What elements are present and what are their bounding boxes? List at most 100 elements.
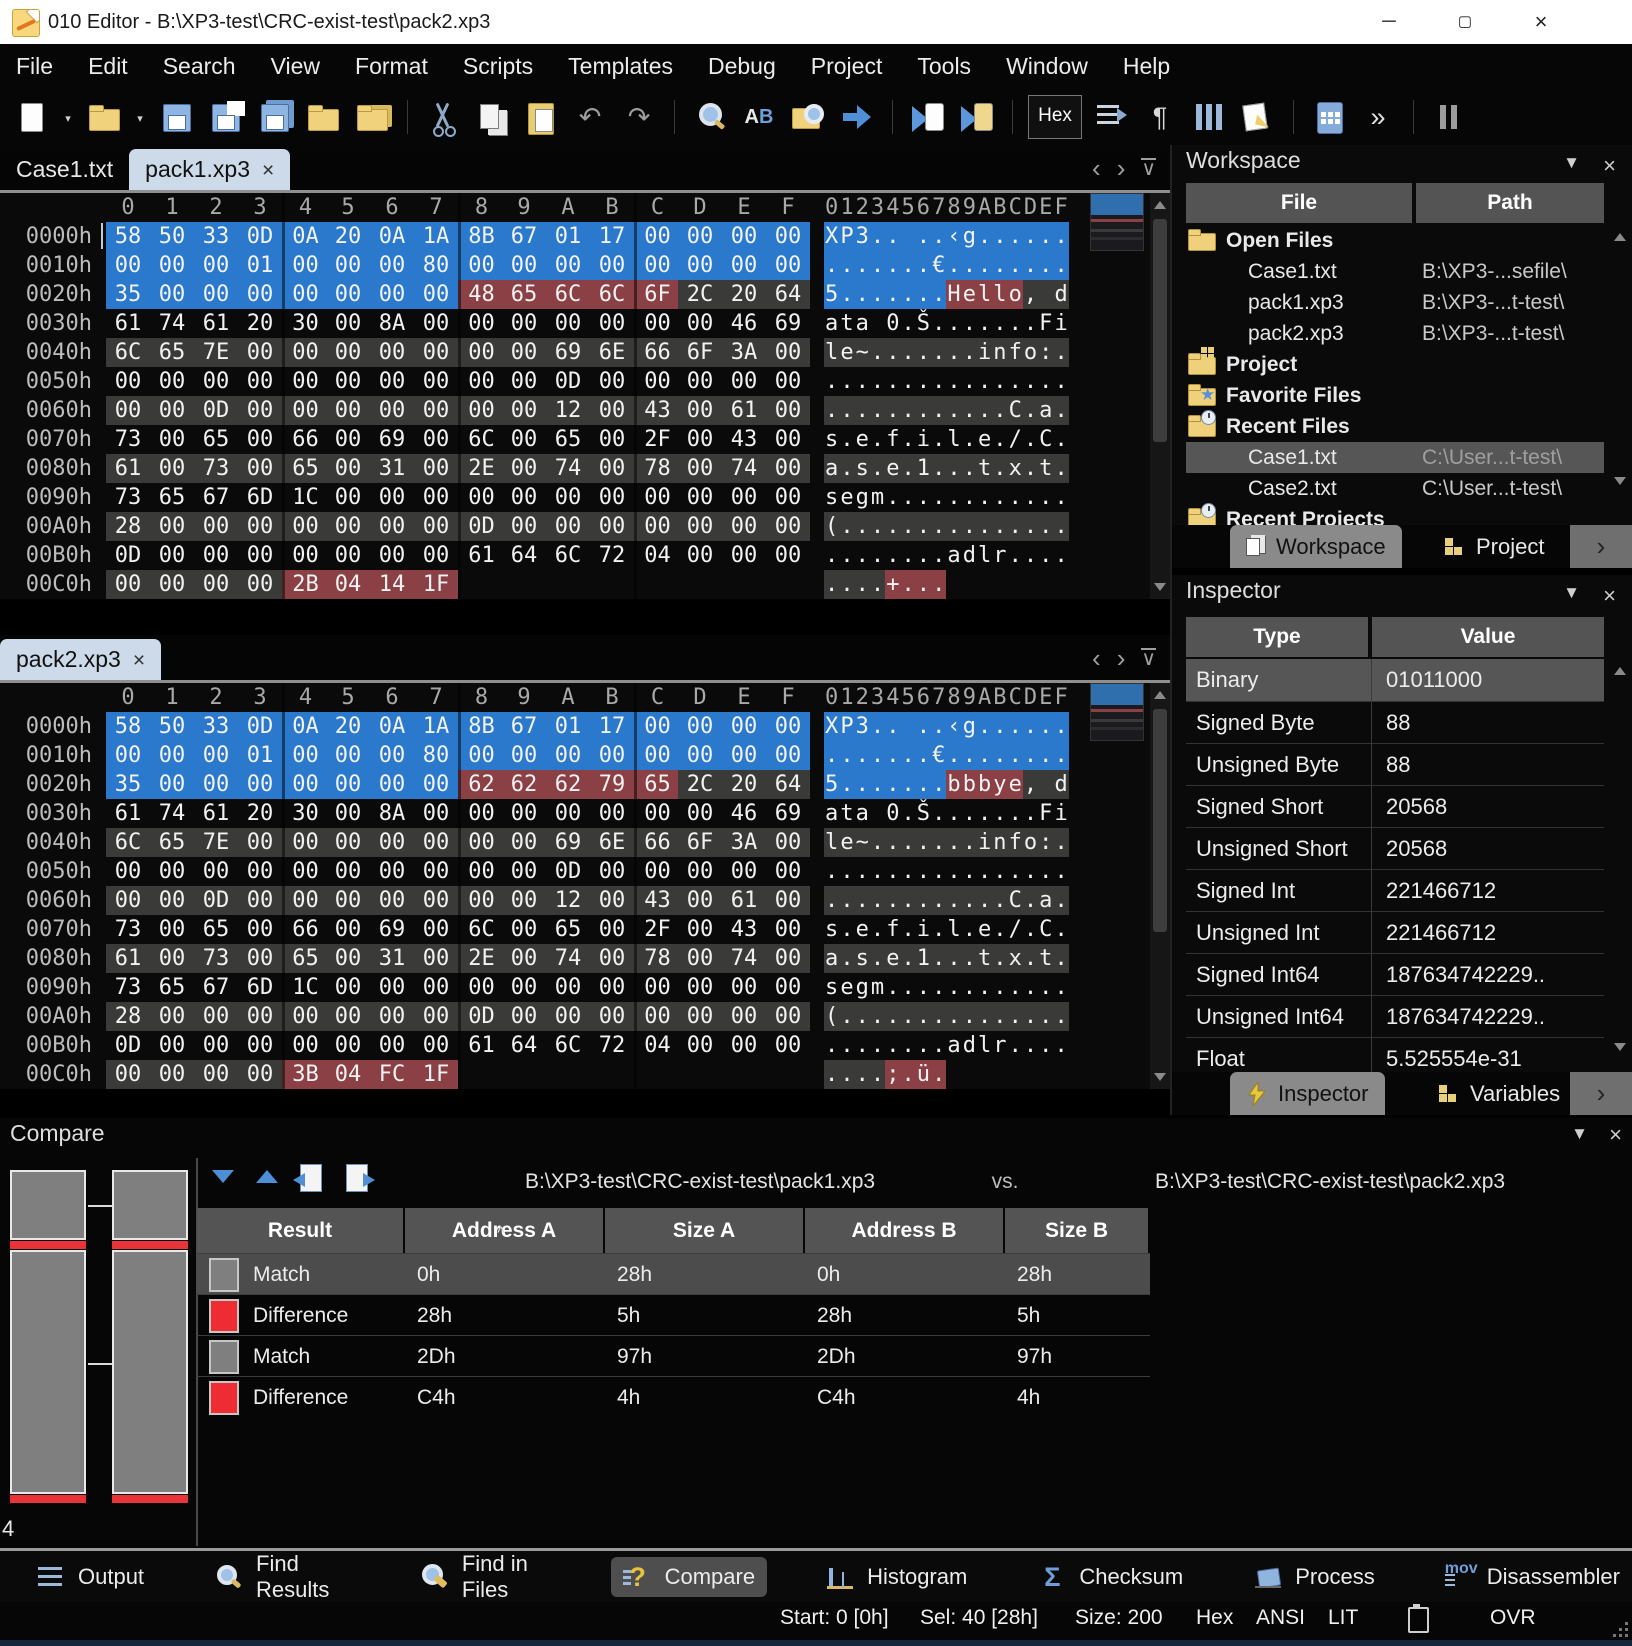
hex-byte[interactable]: 00 (106, 570, 150, 599)
ascii-char[interactable]: . (900, 1031, 915, 1060)
ascii-char[interactable]: . (870, 512, 885, 541)
ascii-char[interactable]: a (946, 1031, 961, 1060)
ascii-char[interactable]: . (885, 741, 900, 770)
find-icon[interactable] (690, 96, 730, 138)
ascii-char[interactable]: . (900, 425, 915, 454)
ascii-char[interactable]: . (1053, 338, 1068, 367)
hex-byte[interactable]: 00 (194, 857, 238, 886)
ascii-char[interactable]: i (977, 828, 992, 857)
hex-byte[interactable]: 35 (106, 770, 150, 799)
hex-byte[interactable]: 00 (282, 828, 326, 857)
hex-byte[interactable]: 00 (370, 251, 414, 280)
run-template-icon[interactable] (957, 96, 997, 138)
ascii-char[interactable]: . (870, 1002, 885, 1031)
ascii-char[interactable]: o (1023, 828, 1038, 857)
panel-tab-find-results[interactable]: Find Results (202, 1546, 362, 1608)
scroll-down-icon[interactable] (1614, 477, 1626, 485)
hex-byte[interactable]: 58 (106, 712, 150, 741)
hex-byte[interactable]: 00 (502, 309, 546, 338)
hex-byte[interactable]: 2E (458, 454, 502, 483)
hex-byte[interactable]: 00 (678, 309, 722, 338)
hex-byte[interactable]: 00 (678, 973, 722, 1002)
ascii-char[interactable]: ~ (855, 828, 870, 857)
hex-byte[interactable]: 01 (546, 712, 590, 741)
ascii-char[interactable]: e (962, 280, 977, 309)
ascii-char[interactable]: . (916, 886, 931, 915)
hex-byte[interactable]: 69 (546, 338, 590, 367)
ascii-char[interactable] (1023, 1060, 1038, 1089)
hex-byte[interactable]: 00 (238, 944, 282, 973)
hex-byte[interactable]: 00 (414, 280, 458, 309)
ascii-char[interactable]: . (870, 367, 885, 396)
ascii-char[interactable]: . (931, 915, 946, 944)
hex-byte[interactable]: 00 (766, 425, 810, 454)
hex-byte[interactable]: 00 (150, 570, 194, 599)
ascii-char[interactable]: a (824, 799, 839, 828)
ascii-char[interactable]: . (1053, 425, 1068, 454)
prev-tab-icon[interactable]: ‹ (1092, 643, 1101, 674)
menu-item-window[interactable]: Window (1006, 53, 1088, 80)
hex-byte[interactable]: 00 (458, 857, 502, 886)
hex-byte[interactable]: 00 (414, 915, 458, 944)
hex-byte[interactable]: 73 (106, 425, 150, 454)
ascii-char[interactable]: . (900, 1060, 915, 1089)
column-header-file[interactable]: File (1186, 183, 1412, 223)
hex-byte[interactable]: 00 (502, 512, 546, 541)
hex-byte[interactable]: 00 (678, 512, 722, 541)
hex-byte[interactable]: 2C (678, 770, 722, 799)
hex-byte[interactable]: 61 (106, 944, 150, 973)
ascii-char[interactable]: . (855, 512, 870, 541)
hex-byte[interactable]: 00 (766, 712, 810, 741)
hex-byte[interactable]: 00 (370, 367, 414, 396)
hex-byte[interactable]: 01 (546, 222, 590, 251)
hex-byte[interactable]: 00 (238, 396, 282, 425)
ascii-char[interactable]: e (885, 454, 900, 483)
ascii-char[interactable]: . (992, 915, 1007, 944)
ascii-char[interactable]: . (977, 857, 992, 886)
hex-byte[interactable]: 00 (370, 1031, 414, 1060)
ascii-char[interactable]: . (962, 741, 977, 770)
ascii-char[interactable]: . (870, 396, 885, 425)
ascii-char[interactable]: . (900, 741, 915, 770)
inspector-row-unsigned-int[interactable]: Unsigned Int221466712 (1186, 911, 1604, 954)
hex-byte[interactable]: 00 (766, 944, 810, 973)
scrollbar-thumb[interactable] (1153, 709, 1167, 932)
ascii-char[interactable]: . (885, 483, 900, 512)
ascii-char[interactable]: r (992, 1031, 1007, 1060)
ascii-char[interactable]: l (977, 280, 992, 309)
hex-byte[interactable]: 00 (370, 1002, 414, 1031)
minimize-button[interactable]: ─ (1366, 0, 1412, 44)
ascii-char[interactable]: . (870, 251, 885, 280)
hex-byte[interactable]: 6E (590, 828, 634, 857)
ascii-char[interactable]: . (1008, 251, 1023, 280)
ascii-char[interactable]: . (916, 857, 931, 886)
ascii-char[interactable]: . (1053, 828, 1068, 857)
ascii-char[interactable]: . (855, 857, 870, 886)
ascii-char[interactable]: . (885, 712, 900, 741)
tab-variables[interactable]: Variables (1422, 1072, 1576, 1115)
ascii-char[interactable]: . (900, 338, 915, 367)
ascii-char[interactable]: o (1008, 280, 1023, 309)
ascii-char[interactable]: . (824, 541, 839, 570)
ascii-char[interactable]: . (885, 541, 900, 570)
hex-byte[interactable]: 64 (766, 280, 810, 309)
column-header-path[interactable]: Path (1416, 183, 1604, 223)
ascii-char[interactable]: . (900, 886, 915, 915)
hex-byte[interactable]: 00 (678, 425, 722, 454)
ascii-char[interactable]: . (962, 454, 977, 483)
hex-byte[interactable]: 46 (722, 799, 766, 828)
hex-byte[interactable]: 00 (238, 828, 282, 857)
ascii-char[interactable]: l (946, 425, 961, 454)
ascii-char[interactable]: . (885, 251, 900, 280)
hex-byte[interactable]: 69 (370, 915, 414, 944)
hex-byte[interactable]: 00 (502, 944, 546, 973)
ascii-char[interactable]: . (1053, 251, 1068, 280)
ascii-char[interactable]: / (1008, 915, 1023, 944)
ascii-char[interactable]: . (1053, 973, 1068, 1002)
hex-byte[interactable]: 04 (326, 570, 370, 599)
copy-to-left-icon[interactable] (300, 1164, 334, 1194)
hex-byte[interactable]: 74 (722, 454, 766, 483)
hex-byte[interactable]: 74 (150, 799, 194, 828)
ascii-char[interactable]: g (855, 973, 870, 1002)
hex-byte[interactable]: 00 (458, 799, 502, 828)
